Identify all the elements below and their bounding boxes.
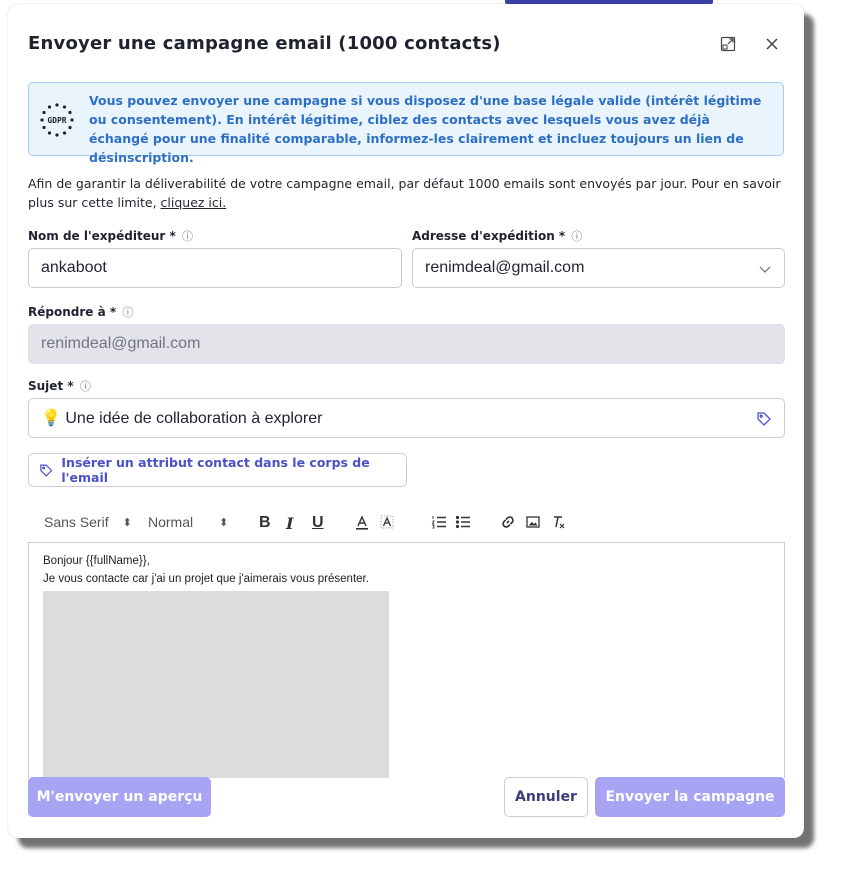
deliverability-text: Afin de garantir la déliverabilité de vo… (28, 176, 781, 210)
font-size-select[interactable]: Normal ⬍ (148, 514, 228, 530)
reply-to-label-text: Répondre à * (28, 305, 117, 319)
font-family-value: Sans Serif (44, 514, 109, 530)
sender-name-label-text: Nom de l'expéditeur * (28, 229, 176, 243)
send-campaign-button[interactable]: Envoyer la campagne (595, 777, 785, 817)
select-arrows-icon: ⬍ (219, 516, 229, 529)
bullet-list-button[interactable] (455, 514, 471, 530)
background-color-button[interactable] (379, 514, 395, 530)
select-arrows-icon: ⬍ (122, 516, 132, 529)
background-color-icon (380, 515, 394, 529)
sender-address-label-text: Adresse d'expédition * (412, 229, 566, 243)
subject-label: Sujet * ⓘ (28, 378, 91, 394)
sender-address-select[interactable]: renimdeal@gmail.com (412, 248, 785, 288)
embedded-image (43, 591, 389, 778)
info-icon[interactable]: ⓘ (122, 306, 133, 319)
text-color-button[interactable] (354, 514, 370, 530)
email-body-line: Je vous contacte car j'ai un projet que … (43, 573, 369, 585)
tag-icon (40, 464, 53, 477)
italic-button[interactable]: I (286, 514, 293, 533)
editor-toolbar: Sans Serif ⬍ Normal ⬍ B I U (28, 506, 784, 540)
svg-text:GDPR: GDPR (47, 116, 66, 125)
campaign-dialog: Envoyer une campagne email (1000 contact… (8, 4, 804, 838)
italic-icon: I (286, 514, 294, 533)
info-icon[interactable]: ⓘ (80, 380, 91, 393)
expand-icon[interactable] (716, 32, 740, 56)
reply-to-input: renimdeal@gmail.com (28, 324, 785, 364)
gdpr-logo-icon: GDPR (40, 103, 74, 137)
insert-attribute-button[interactable]: Insérer un attribut contact dans le corp… (28, 453, 407, 487)
subject-value: 💡 Une idée de collaboration à explorer (41, 410, 323, 427)
sender-address-label: Adresse d'expédition * ⓘ (412, 228, 582, 244)
info-icon[interactable]: ⓘ (571, 230, 582, 243)
send-preview-button[interactable]: M'envoyer un aperçu (28, 777, 211, 817)
gdpr-text: Vous pouvez envoyer une campagne si vous… (89, 93, 762, 165)
close-icon[interactable] (760, 32, 784, 56)
image-button[interactable] (525, 514, 541, 530)
image-icon (526, 516, 540, 528)
ordered-list-button[interactable] (431, 514, 447, 530)
clear-format-icon (554, 516, 565, 529)
underline-button[interactable]: U (312, 514, 324, 532)
bullet-list-icon (455, 515, 470, 529)
text-color-icon (356, 515, 368, 530)
deliverability-info: Afin de garantir la déliverabilité de vo… (28, 174, 788, 212)
font-family-select[interactable]: Sans Serif ⬍ (44, 514, 132, 530)
dialog-title: Envoyer une campagne email (1000 contact… (28, 33, 501, 54)
sender-address-value: renimdeal@gmail.com (425, 259, 585, 276)
insert-attribute-label: Insérer un attribut contact dans le corp… (61, 455, 370, 485)
learn-more-link[interactable]: cliquez ici. (161, 195, 227, 210)
bold-icon: B (259, 514, 271, 531)
sender-name-label: Nom de l'expéditeur * ⓘ (28, 228, 193, 244)
bold-button[interactable]: B (259, 514, 271, 532)
subject-label-text: Sujet * (28, 379, 74, 393)
info-icon[interactable]: ⓘ (182, 230, 193, 243)
gdpr-notice: GDPR Vous pouvez envoyer une campagne si… (28, 82, 784, 165)
clear-format-button[interactable] (550, 514, 566, 530)
chevron-down-icon (759, 266, 771, 273)
email-body-editor[interactable]: Bonjour {{fullName}}, Je vous contacte c… (28, 542, 785, 778)
underline-icon: U (312, 514, 324, 531)
dialog-header: Envoyer une campagne email (1000 contact… (28, 30, 784, 60)
cancel-button[interactable]: Annuler (504, 777, 588, 817)
link-button[interactable] (500, 514, 516, 530)
ordered-list-icon (431, 516, 446, 529)
sender-name-input[interactable]: ankaboot (28, 248, 402, 288)
subject-input[interactable]: 💡 Une idée de collaboration à explorer (28, 398, 785, 438)
reply-to-label: Répondre à * ⓘ (28, 304, 133, 320)
tag-icon[interactable] (756, 411, 772, 427)
email-body-line: Bonjour {{fullName}}, (43, 555, 150, 567)
font-size-value: Normal (148, 514, 194, 530)
reply-to-value: renimdeal@gmail.com (41, 335, 201, 352)
link-icon (502, 516, 514, 528)
sender-name-value: ankaboot (41, 259, 107, 276)
